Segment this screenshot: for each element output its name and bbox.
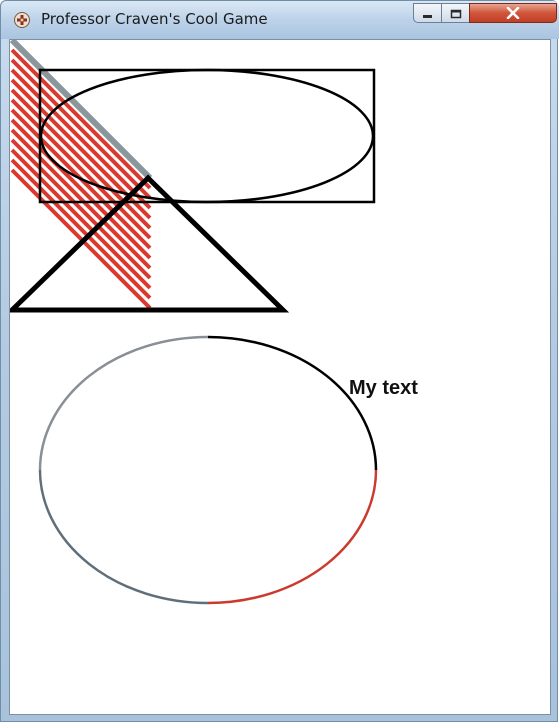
window-title: Professor Craven's Cool Game [41, 10, 268, 28]
game-canvas-area[interactable]: My text [9, 39, 551, 715]
canvas-text-label: My text [349, 377, 418, 399]
minimize-icon [422, 4, 434, 23]
arc-segment-bottom-right [207, 469, 378, 605]
game-controller-icon [13, 11, 31, 29]
drawing-canvas [10, 40, 378, 605]
close-icon [506, 4, 520, 23]
minimize-button[interactable] [413, 3, 441, 23]
maximize-button[interactable] [441, 3, 469, 23]
arc-segment-top-right [207, 335, 378, 471]
arc-segment-top-left [38, 335, 209, 471]
app-window: Professor Craven's Cool Game My text [0, 0, 559, 722]
arc-ellipse [38, 335, 378, 605]
close-button[interactable] [469, 3, 557, 23]
title-bar[interactable]: Professor Craven's Cool Game [1, 1, 559, 39]
arc-segment-bottom-left [38, 469, 209, 605]
maximize-icon [450, 4, 462, 23]
